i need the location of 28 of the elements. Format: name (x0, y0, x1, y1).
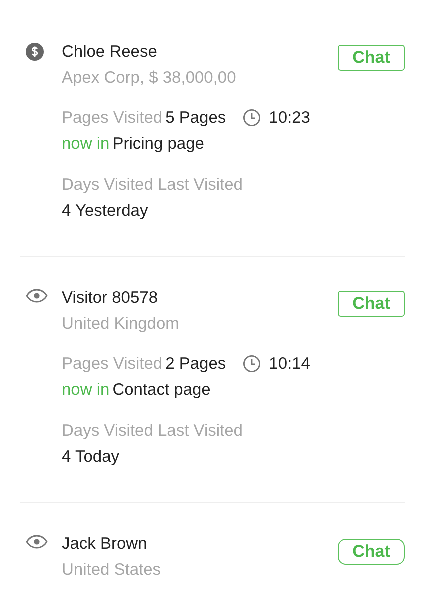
chat-button[interactable]: Chat (338, 45, 405, 71)
clock-icon (243, 109, 262, 127)
pages-value: 2 Pages (166, 354, 226, 375)
chat-button[interactable]: Chat (338, 539, 405, 565)
dollar-icon (26, 43, 44, 61)
days-header: Days Visited Last Visited (62, 422, 243, 440)
chat-button[interactable]: Chat (338, 291, 405, 317)
visitor-subtitle: United Kingdom (62, 315, 180, 333)
visitor-name: Chloe Reese (62, 43, 158, 61)
current-page: Contact page (112, 381, 211, 399)
now-in-label: now in (62, 135, 110, 153)
visitor-subtitle: Apex Corp, $ 38,000,00 (62, 69, 236, 87)
visitor-name: Visitor 80578 (62, 289, 158, 307)
visitor-name: Jack Brown (62, 535, 148, 553)
eye-icon (26, 289, 48, 303)
visit-time: 10:23 (269, 108, 310, 129)
visit-time: 10:14 (269, 354, 310, 375)
pages-value: 5 Pages (166, 108, 226, 129)
days-value: 4 Today (62, 448, 120, 466)
current-page: Pricing page (112, 135, 204, 153)
days-value: 4 Yesterday (62, 202, 148, 220)
clock-icon (243, 355, 262, 373)
now-in-label: now in (62, 381, 110, 399)
eye-icon (26, 535, 48, 549)
pages-label: Pages Visited (62, 354, 163, 375)
visitor-subtitle: United States (62, 561, 162, 579)
days-header: Days Visited Last Visited (62, 176, 243, 194)
pages-label: Pages Visited (62, 108, 163, 129)
